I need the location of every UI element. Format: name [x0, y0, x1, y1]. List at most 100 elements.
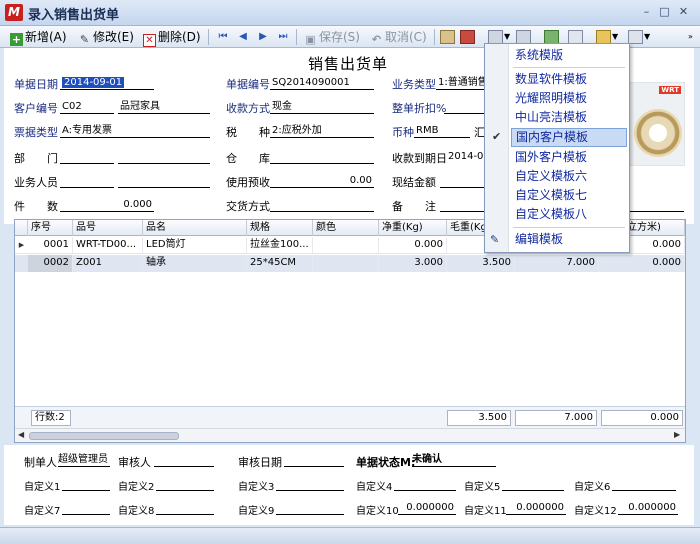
- scroll-left-icon[interactable]: ◀: [18, 430, 24, 439]
- cell-code[interactable]: WRT-TD00...: [73, 237, 143, 254]
- custom4-field[interactable]: [394, 478, 456, 491]
- maximize-button[interactable]: □: [656, 4, 673, 20]
- dept-code-field[interactable]: [60, 150, 114, 164]
- custom11-field[interactable]: 0.000000: [506, 502, 566, 515]
- delivery-field[interactable]: [270, 198, 374, 212]
- print-icon[interactable]: [488, 30, 503, 44]
- menu-item-template[interactable]: 自定义模板六: [511, 167, 627, 186]
- window-dropdown-chevron-icon[interactable]: ▼: [644, 28, 650, 46]
- pieces-field[interactable]: 0.000: [60, 198, 154, 212]
- settings-icon[interactable]: [460, 30, 475, 44]
- menu-item-template[interactable]: 国外客户模板: [511, 148, 627, 167]
- salesman-code-field[interactable]: [60, 174, 114, 188]
- date-label: 单据日期: [14, 78, 58, 91]
- cancel-button[interactable]: ↶ 取消(C): [370, 28, 427, 46]
- grid-header-name[interactable]: 品名: [143, 220, 247, 236]
- export-icon[interactable]: [440, 30, 455, 44]
- window-icon[interactable]: [628, 30, 643, 44]
- salesman-label: 业务人员: [14, 176, 58, 189]
- cell-net[interactable]: 3.000: [379, 255, 447, 272]
- menu-item-template[interactable]: 中山亮洁模板: [511, 108, 627, 127]
- cell-volume[interactable]: 0.000: [599, 255, 685, 272]
- cell-spec[interactable]: 拉丝金100...: [247, 237, 313, 254]
- menu-item-template-selected[interactable]: 国内客户模板: [511, 128, 627, 147]
- save-button[interactable]: ▣ 保存(S): [304, 28, 360, 46]
- pieces-label: 件 数: [14, 200, 58, 213]
- custom2-field[interactable]: [156, 478, 214, 491]
- currency-field[interactable]: RMB: [414, 124, 470, 138]
- close-window-button[interactable]: ✕: [675, 4, 692, 20]
- preview-icon[interactable]: [516, 30, 531, 44]
- grid-header-code[interactable]: 品号: [73, 220, 143, 236]
- edit-button[interactable]: ✎ 修改(E): [78, 28, 134, 46]
- menu-item-edit-template[interactable]: 编辑模板: [511, 230, 627, 249]
- cell-seq[interactable]: 0002: [28, 255, 73, 272]
- downlight-image: [634, 109, 682, 157]
- title-bar: M 录入销售出货单 – □ ✕: [0, 0, 700, 26]
- total-col8: 7.000: [515, 410, 597, 426]
- last-record-icon[interactable]: ⏭: [276, 30, 290, 44]
- horizontal-scrollbar[interactable]: ◀ ▶: [15, 428, 685, 442]
- docno-field[interactable]: SQ2014090001: [270, 76, 374, 90]
- cash-field[interactable]: [440, 174, 484, 188]
- salesman-name-field[interactable]: [118, 174, 210, 188]
- save-button-label: 保存(S): [319, 30, 360, 44]
- cell-spec[interactable]: 25*45CM: [247, 255, 313, 272]
- cell-col8[interactable]: 7.000: [515, 255, 599, 272]
- cell-gross[interactable]: 3.500: [447, 255, 515, 272]
- warehouse-field[interactable]: [270, 150, 374, 164]
- menu-item-template[interactable]: 自定义模板八: [511, 205, 627, 224]
- delete-button[interactable]: ✕ 删除(D): [143, 28, 201, 47]
- status-label: 单据状态M:: [356, 456, 416, 469]
- tax-field[interactable]: 2:应税外加: [270, 124, 374, 138]
- prepaid-field[interactable]: 0.00: [270, 174, 374, 188]
- menu-item-template[interactable]: 自定义模板七: [511, 186, 627, 205]
- custom5-field[interactable]: [502, 478, 564, 491]
- toolbar-overflow-chevron-icon[interactable]: »: [688, 28, 693, 46]
- copy-icon[interactable]: [568, 30, 583, 44]
- cell-name[interactable]: 轴承: [143, 255, 247, 272]
- custom12-field[interactable]: 0.000000: [618, 502, 678, 515]
- biztype-field[interactable]: 1:普通销售: [436, 76, 484, 90]
- dept-name-field[interactable]: [118, 150, 210, 164]
- maker-field: 超级管理员: [58, 454, 110, 467]
- cell-name[interactable]: LED筒灯: [143, 237, 247, 254]
- scroll-right-icon[interactable]: ▶: [674, 430, 680, 439]
- customer-code-field[interactable]: C02: [60, 100, 114, 114]
- menu-item-template[interactable]: 光耀照明模板: [511, 89, 627, 108]
- custom7-field[interactable]: [62, 502, 110, 515]
- cell-net[interactable]: 0.000: [379, 237, 447, 254]
- cell-color[interactable]: [313, 255, 379, 272]
- invoicetype-field[interactable]: A:专用发票: [60, 124, 210, 138]
- paymethod-field[interactable]: 现金: [270, 100, 374, 114]
- cell-seq[interactable]: 0001: [28, 237, 73, 254]
- custom1-field[interactable]: [62, 478, 110, 491]
- custom9-field[interactable]: [276, 502, 344, 515]
- cell-color[interactable]: [313, 237, 379, 254]
- first-record-icon[interactable]: ⏮: [216, 30, 230, 44]
- attachment-icon[interactable]: [596, 30, 611, 44]
- grid-header-spec[interactable]: 规格: [247, 220, 313, 236]
- minimize-button[interactable]: –: [638, 4, 655, 20]
- customer-name-field[interactable]: 品冠家具: [118, 100, 210, 114]
- grid-header-seq[interactable]: 序号: [28, 220, 73, 236]
- cell-code[interactable]: Z001: [73, 255, 143, 272]
- table-row[interactable]: 0002 Z001 轴承 25*45CM 3.000 3.500 7.000 0…: [15, 255, 685, 272]
- biztype-label: 业务类型: [392, 78, 436, 91]
- add-button[interactable]: + 新增(A): [10, 28, 67, 46]
- duedate-field[interactable]: 2014-09: [446, 150, 484, 164]
- prev-record-icon[interactable]: ◀: [236, 30, 250, 44]
- custom8-field[interactable]: [156, 502, 214, 515]
- scrollbar-thumb[interactable]: [29, 432, 179, 440]
- grid-header-net[interactable]: 净重(Kg): [379, 220, 447, 236]
- refresh-icon[interactable]: [544, 30, 559, 44]
- custom6-field[interactable]: [612, 478, 676, 491]
- custom3-field[interactable]: [276, 478, 344, 491]
- menu-item-template[interactable]: 数显软件模板: [511, 70, 627, 89]
- discount-field[interactable]: [444, 100, 484, 114]
- custom10-field[interactable]: 0.000000: [398, 502, 456, 515]
- menu-item-system-template[interactable]: 系统模版: [511, 46, 627, 65]
- next-record-icon[interactable]: ▶: [256, 30, 270, 44]
- date-field[interactable]: 2014-09-01: [60, 76, 154, 90]
- grid-header-color[interactable]: 颜色: [313, 220, 379, 236]
